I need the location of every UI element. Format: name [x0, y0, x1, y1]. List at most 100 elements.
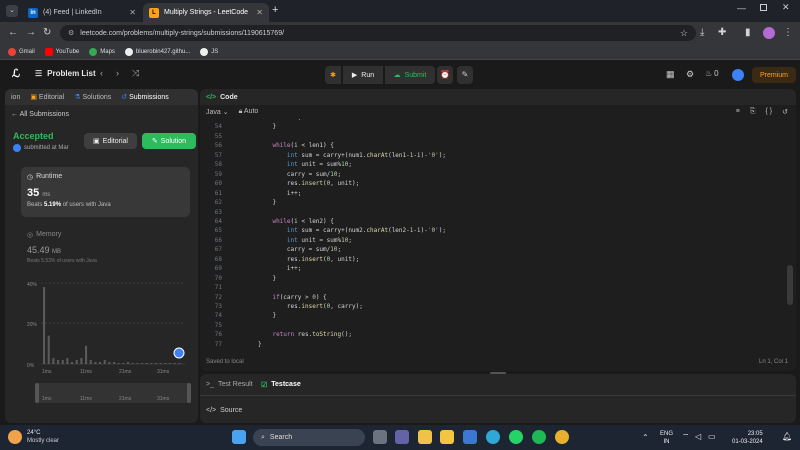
teams-icon[interactable] [395, 430, 409, 444]
minimize-icon[interactable]: — [737, 3, 746, 13]
language-indicator[interactable]: ENG IN [660, 430, 673, 446]
wifi-icon[interactable]: ⌔ [682, 432, 690, 442]
store-icon[interactable] [463, 430, 477, 444]
problem-list-button[interactable]: ☰ Problem List [35, 69, 96, 78]
distribution-bar[interactable] [164, 362, 167, 364]
distribution-bar[interactable] [127, 361, 130, 364]
debug-button[interactable]: ✱ [325, 66, 341, 84]
bookmark-star-icon[interactable]: ☆ [680, 28, 688, 39]
code-line[interactable]: 77} [200, 340, 780, 347]
taskbar-search[interactable]: ⌕ Search [253, 429, 365, 446]
code-line[interactable]: 58 int unit = sum%10; [200, 160, 780, 169]
code-line[interactable]: 64 while(i < len2) { [200, 217, 780, 226]
edge-icon[interactable] [486, 430, 500, 444]
code-line[interactable]: 59 carry = sum/10; [200, 170, 780, 179]
editor-scrollbar[interactable] [787, 265, 793, 305]
expand-icon[interactable]: { } [766, 108, 773, 115]
extensions-icon[interactable]: ✚ [718, 27, 726, 38]
new-tab-icon[interactable]: + [272, 4, 278, 16]
all-submissions-link[interactable]: ← All Submissions [11, 111, 69, 118]
whatsapp-icon[interactable] [509, 430, 523, 444]
auto-mode[interactable]: 🔒︎ Auto [239, 108, 259, 116]
code-line[interactable]: 61 i++; [200, 189, 780, 198]
download-icon[interactable]: ⤓ [700, 27, 704, 38]
tab-editorial[interactable]: ▣ Editorial [30, 93, 64, 101]
back-icon[interactable]: ← [8, 27, 18, 38]
code-line[interactable]: 60 res.insert(0, unit); [200, 179, 780, 188]
shuffle-icon[interactable]: ⤨ [132, 68, 139, 79]
distribution-bar[interactable] [103, 359, 106, 364]
distribution-bar[interactable] [71, 361, 74, 364]
task-view-icon[interactable] [373, 430, 387, 444]
prev-problem-icon[interactable]: ‹ [100, 68, 103, 78]
tab-testcase[interactable]: ☑ Testcase [261, 381, 301, 389]
battery-icon[interactable]: ▭ [708, 432, 716, 441]
distribution-bar[interactable] [113, 361, 116, 364]
solution-button[interactable]: ✎ Solution [142, 133, 196, 149]
code-line[interactable]: 68 res.insert(0, unit); [200, 255, 780, 264]
code-line[interactable]: 56 while(i < len1) { [200, 141, 780, 150]
bookmark-gmail[interactable]: Gmail [8, 47, 35, 56]
code-line[interactable]: 65 int sum = carry+(num2.charAt(len2-1-i… [200, 226, 780, 235]
distribution-bar[interactable] [94, 361, 97, 364]
slider-handle-right[interactable] [187, 383, 191, 403]
distribution-bar[interactable] [169, 362, 172, 364]
layout-icon[interactable]: ▦ [666, 69, 675, 80]
timer-button[interactable]: ⏰ [437, 66, 453, 84]
sidebar-icon[interactable]: ▮ [745, 27, 751, 38]
tab-search-icon[interactable]: ⌄ [6, 5, 18, 17]
next-problem-icon[interactable]: › [116, 68, 119, 78]
code-line[interactable]: 76 return res.toString(); [200, 330, 780, 339]
weather-widget[interactable]: 24°C Mostly clear [8, 429, 59, 445]
premium-button[interactable]: Premium [752, 67, 796, 83]
tab-submissions[interactable]: ↺ Submissions [121, 93, 169, 101]
tab-solutions[interactable]: ⚗ Solutions [74, 93, 111, 101]
distribution-bar[interactable] [75, 359, 78, 364]
code-line[interactable]: 74 } [200, 311, 780, 320]
distribution-bar[interactable] [145, 362, 148, 364]
distribution-bar[interactable] [155, 362, 158, 364]
volume-icon[interactable]: ◁ [695, 432, 701, 441]
bookmark-github[interactable]: bluerobin427.githu... [124, 47, 190, 56]
distribution-bar[interactable] [159, 362, 162, 364]
distribution-bar[interactable] [47, 335, 50, 364]
settings-icon[interactable]: ⚙ [686, 69, 694, 80]
code-line[interactable]: 57 int sum = carry+(num1.charAt(len1-1-i… [200, 151, 780, 160]
code-line[interactable]: 69 i++; [200, 264, 780, 273]
code-line[interactable]: 67 carry = sum/10; [200, 245, 780, 254]
distribution-bar[interactable] [117, 362, 120, 364]
runtime-distribution-chart[interactable]: 40% 20% 0% 1ms 11ms 21ms 31ms [5, 277, 198, 377]
sticky-notes-icon[interactable] [440, 430, 454, 444]
clock[interactable]: 23:05 01-03-2024 [732, 430, 763, 446]
distribution-bar[interactable] [89, 359, 92, 364]
notes-button[interactable]: ✎ [457, 66, 473, 84]
distribution-bar[interactable] [99, 361, 102, 364]
code-line[interactable]: 71 [200, 283, 780, 292]
streak-counter[interactable]: ♨ 0 [705, 69, 719, 78]
reset-icon[interactable]: ↺ [782, 108, 788, 116]
site-info-icon[interactable]: ⚙ [68, 29, 74, 37]
distribution-bar[interactable] [85, 345, 88, 365]
bookmark-youtube[interactable]: YouTube [44, 47, 79, 56]
restore-icon[interactable] [760, 4, 767, 11]
url-field[interactable]: ⚙ leetcode.com/problems/multiply-strings… [60, 25, 696, 41]
show-hidden-icons[interactable]: ⌃ [642, 433, 649, 442]
reload-icon[interactable]: ↻ [43, 27, 51, 38]
code-line[interactable]: 66 int unit = sum%10; [200, 236, 780, 245]
tab-description[interactable]: ion [11, 94, 20, 101]
close-icon[interactable]: ✕ [129, 8, 136, 17]
distribution-bar[interactable] [52, 357, 55, 364]
window-close-icon[interactable]: ✕ [782, 2, 790, 13]
format-icon[interactable]: ≡ [736, 108, 740, 115]
tab-test-result[interactable]: >_ Test Result [206, 381, 253, 388]
distribution-bar[interactable] [122, 362, 125, 364]
source-section[interactable]: </> Source [206, 407, 242, 414]
range-slider[interactable]: 1ms 11ms 21ms 31ms [35, 383, 191, 403]
distribution-bar[interactable] [61, 359, 64, 364]
spotify-icon[interactable] [532, 430, 546, 444]
distribution-bar[interactable] [131, 362, 134, 364]
user-avatar[interactable] [732, 69, 744, 81]
tab-leetcode[interactable]: L Multiply Strings - LeetCode ✕ [143, 3, 269, 22]
code-line[interactable]: 75 [200, 321, 780, 330]
code-line[interactable]: 63 [200, 208, 780, 217]
